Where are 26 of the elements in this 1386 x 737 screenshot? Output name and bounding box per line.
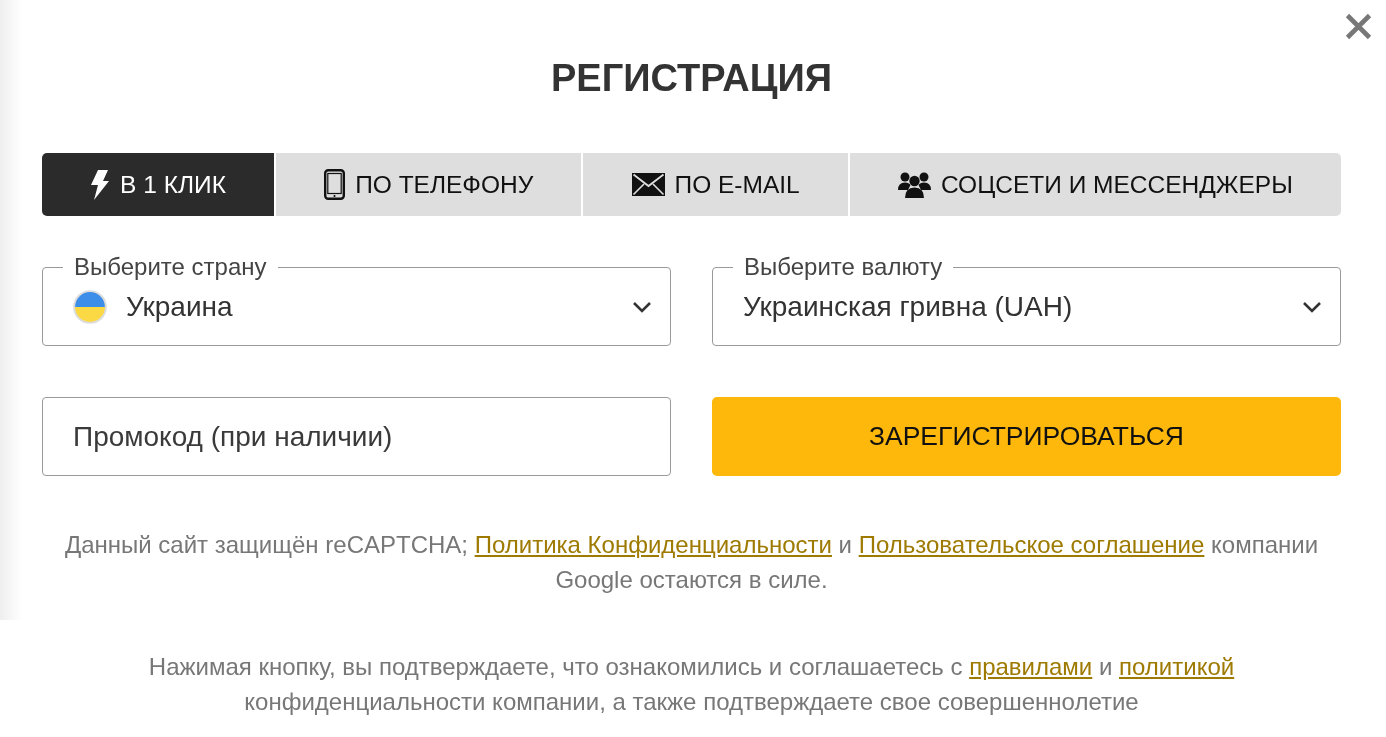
recaptcha-notice: Данный сайт защищён reCAPTCHA; Политика Конфиденциальности и Пользовательское соглашение компании Google остаются в силе.	[63, 530, 1320, 595]
tab[interactable]: СОЦСЕТИ И МЕССЕНДЖЕРЫ	[849, 153, 1341, 216]
promo-code-field[interactable]: Промокод (при наличии)	[42, 397, 671, 476]
dialog-title: РЕГИСТРАЦИЯ	[549, 56, 834, 101]
chevron-down-icon	[632, 301, 652, 313]
country-dropdown[interactable]: Выберите страну Украина	[42, 255, 671, 346]
tab[interactable]: ПО E-MAIL	[583, 153, 848, 216]
lightning-icon	[90, 169, 111, 200]
flag-icon	[73, 290, 107, 324]
field-label: Выберите валюту	[743, 255, 944, 279]
register-button[interactable]: ЗАРЕГИСТРИРОВАТЬСЯ	[712, 397, 1341, 476]
notice-link[interactable]: политикой	[1119, 653, 1235, 680]
notice-link[interactable]: Пользовательское соглашение	[858, 531, 1205, 558]
currency-dropdown[interactable]: Выберите валюту Украинская гривна (UAH)	[712, 255, 1341, 346]
people-icon	[897, 171, 931, 198]
consent-notice: Нажимая кнопку, вы подтверждаете, что ознакомились и соглашаетесь с правилами и политикой конфиденциальности компании, а также подтверждаете свое совершеннолетие	[147, 652, 1236, 717]
envelope-icon	[631, 173, 665, 196]
mobile-phone-icon	[324, 169, 346, 200]
tab[interactable]: ПО ТЕЛЕФОНУ	[276, 153, 582, 216]
close-icon	[1345, 13, 1372, 40]
notice-link[interactable]: правилами	[969, 653, 1093, 680]
close-button[interactable]	[1345, 13, 1372, 40]
field-label: Выберите страну	[73, 255, 268, 279]
chevron-down-icon	[1302, 301, 1322, 313]
tab[interactable]: В 1 КЛИК	[42, 153, 275, 216]
notice-link[interactable]: Политика Конфиденциальности	[474, 531, 832, 558]
